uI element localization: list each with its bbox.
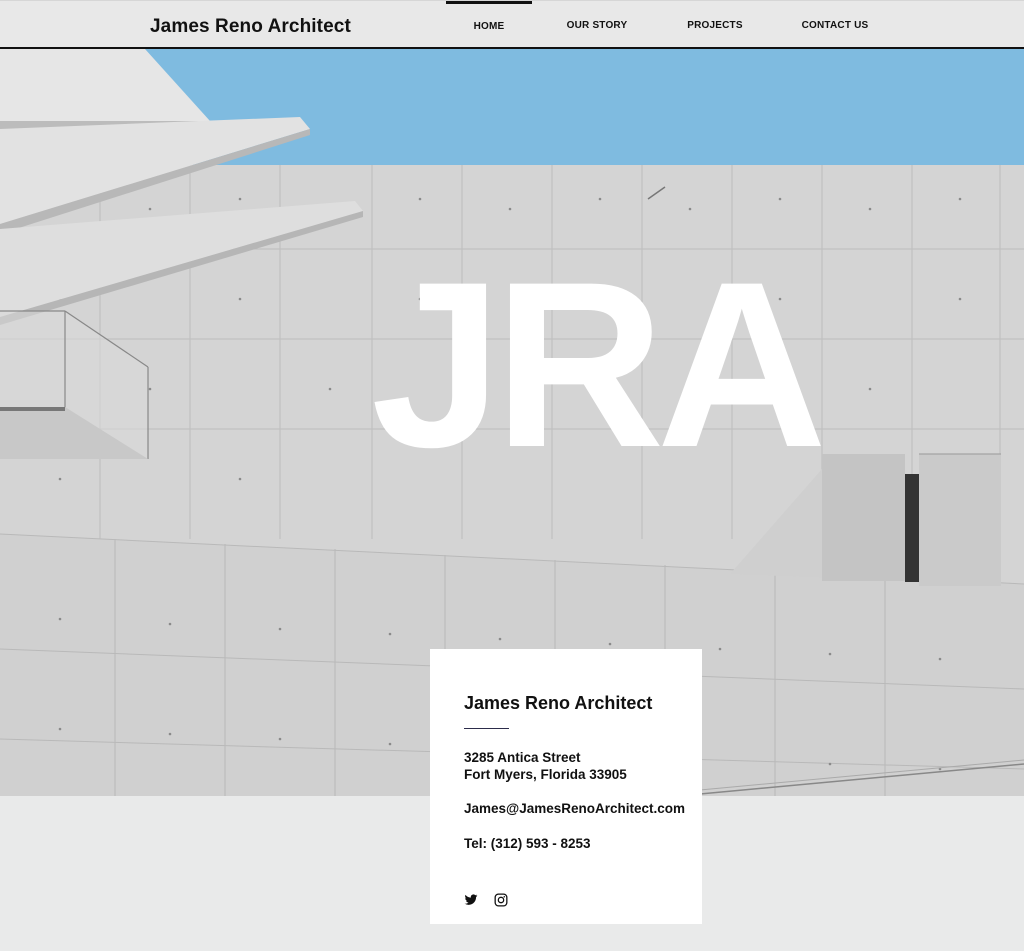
address-line-1: 3285 Antica Street [464, 750, 581, 765]
nav-home[interactable]: HOME [446, 1, 532, 49]
site-header: James Reno Architect HOME OUR STORY PROJ… [0, 0, 1024, 49]
nav-projects[interactable]: PROJECTS [666, 1, 764, 49]
email-link[interactable]: James@JamesRenoArchitect.com [464, 801, 685, 816]
title-divider [464, 728, 509, 729]
address-line-2: Fort Myers, Florida 33905 [464, 767, 627, 782]
contact-card-title: James Reno Architect [464, 693, 653, 713]
nav-contact-us-label: CONTACT US [801, 19, 869, 31]
nav-projects-label: PROJECTS [687, 19, 743, 31]
instagram-icon[interactable] [494, 893, 508, 907]
phone-number[interactable]: Tel: (312) 593 - 8253 [464, 836, 591, 851]
twitter-icon[interactable] [464, 893, 478, 907]
nav-our-story[interactable]: OUR STORY [546, 1, 648, 49]
nav-contact-us[interactable]: CONTACT US [784, 1, 886, 49]
contact-card: James Reno Architect 3285 Antica Street … [430, 649, 702, 924]
nav-our-story-label: OUR STORY [566, 19, 628, 31]
nav-home-label: HOME [473, 21, 505, 32]
site-brand[interactable]: James Reno Architect [150, 16, 351, 38]
hero-title: JRA [370, 233, 827, 497]
